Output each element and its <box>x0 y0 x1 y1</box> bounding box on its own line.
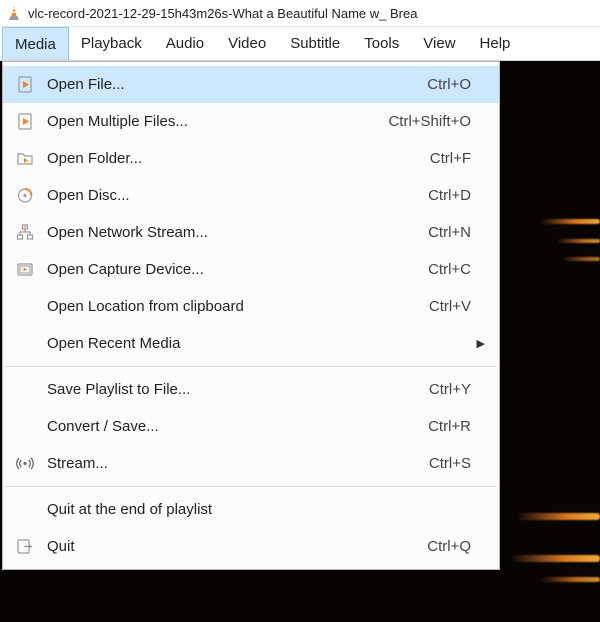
menu-item-open-capture-device[interactable]: Open Capture Device...Ctrl+C <box>3 251 499 288</box>
menu-bar: Media Playback Audio Video Subtitle Tools View… <box>0 27 600 61</box>
menubar-item-label: View <box>423 35 455 52</box>
menu-item-quit-at-the-end-of-playlist[interactable]: Quit at the end of playlist <box>3 491 499 528</box>
menu-item-shortcut: Ctrl+F <box>410 150 471 167</box>
blank-icon <box>13 500 37 520</box>
menu-item-open-multiple-files[interactable]: Open Multiple Files...Ctrl+Shift+O <box>3 103 499 140</box>
menubar-item-help[interactable]: Help <box>468 27 523 60</box>
file-play-icon <box>13 112 37 132</box>
menu-item-label: Open Capture Device... <box>37 261 408 278</box>
blank-icon <box>13 334 37 354</box>
menubar-item-tools[interactable]: Tools <box>352 27 411 60</box>
app-window: vlc-record-2021-12-29-15h43m26s-What a B… <box>0 0 600 622</box>
menubar-item-view[interactable]: View <box>411 27 467 60</box>
menubar-item-label: Help <box>480 35 511 52</box>
menu-item-label: Quit at the end of playlist <box>37 501 451 518</box>
capture-icon <box>13 260 37 280</box>
blank-icon <box>13 417 37 437</box>
disc-icon <box>13 186 37 206</box>
menu-item-label: Stream... <box>37 455 409 472</box>
menu-item-shortcut: Ctrl+V <box>409 298 471 315</box>
menu-item-shortcut: Ctrl+O <box>407 76 471 93</box>
menu-item-label: Open Multiple Files... <box>37 113 368 130</box>
menubar-item-media[interactable]: Media <box>2 27 69 60</box>
network-icon <box>13 223 37 243</box>
stream-icon <box>13 454 37 474</box>
menu-item-open-disc[interactable]: Open Disc...Ctrl+D <box>3 177 499 214</box>
menu-item-label: Convert / Save... <box>37 418 408 435</box>
menu-item-shortcut: Ctrl+Q <box>407 538 471 555</box>
menu-item-open-folder[interactable]: Open Folder...Ctrl+F <box>3 140 499 177</box>
menu-item-open-location-from-clipboard[interactable]: Open Location from clipboardCtrl+V <box>3 288 499 325</box>
menubar-item-audio[interactable]: Audio <box>154 27 216 60</box>
menu-item-shortcut: Ctrl+D <box>408 187 471 204</box>
menu-item-label: Open Disc... <box>37 187 408 204</box>
menu-item-label: Quit <box>37 538 407 555</box>
blank-icon <box>13 380 37 400</box>
blank-icon <box>13 297 37 317</box>
menu-separator <box>5 486 497 487</box>
menu-item-open-network-stream[interactable]: Open Network Stream...Ctrl+N <box>3 214 499 251</box>
folder-icon <box>13 149 37 169</box>
menu-item-label: Open Location from clipboard <box>37 298 409 315</box>
menubar-item-subtitle[interactable]: Subtitle <box>278 27 352 60</box>
menu-item-shortcut: Ctrl+C <box>408 261 471 278</box>
quit-icon <box>13 537 37 557</box>
menu-item-shortcut: Ctrl+N <box>408 224 471 241</box>
vlc-icon <box>6 5 22 21</box>
media-menu-dropdown: Open File...Ctrl+OOpen Multiple Files...… <box>2 61 500 570</box>
menu-item-label: Open Recent Media <box>37 335 451 352</box>
menu-item-label: Open Network Stream... <box>37 224 408 241</box>
submenu-arrow-icon: ▶ <box>471 337 485 350</box>
window-title: vlc-record-2021-12-29-15h43m26s-What a B… <box>28 6 594 21</box>
menubar-item-playback[interactable]: Playback <box>69 27 154 60</box>
menu-item-open-file[interactable]: Open File...Ctrl+O <box>3 66 499 103</box>
menubar-item-label: Video <box>228 35 266 52</box>
menu-item-shortcut: Ctrl+S <box>409 455 471 472</box>
menu-item-save-playlist-to-file[interactable]: Save Playlist to File...Ctrl+Y <box>3 371 499 408</box>
file-play-icon <box>13 75 37 95</box>
menu-separator <box>5 366 497 367</box>
menu-item-shortcut: Ctrl+R <box>408 418 471 435</box>
menubar-item-label: Playback <box>81 35 142 52</box>
menubar-item-video[interactable]: Video <box>216 27 278 60</box>
menu-item-stream[interactable]: Stream...Ctrl+S <box>3 445 499 482</box>
title-bar: vlc-record-2021-12-29-15h43m26s-What a B… <box>0 0 600 27</box>
menu-item-shortcut: Ctrl+Y <box>409 381 471 398</box>
menu-item-open-recent-media[interactable]: Open Recent Media ▶ <box>3 325 499 362</box>
menubar-item-label: Tools <box>364 35 399 52</box>
menubar-item-label: Subtitle <box>290 35 340 52</box>
menubar-item-label: Media <box>15 36 56 53</box>
menu-item-quit[interactable]: QuitCtrl+Q <box>3 528 499 565</box>
menu-item-label: Save Playlist to File... <box>37 381 409 398</box>
menu-item-convert-save[interactable]: Convert / Save...Ctrl+R <box>3 408 499 445</box>
menu-item-label: Open Folder... <box>37 150 410 167</box>
menu-item-shortcut: Ctrl+Shift+O <box>368 113 471 130</box>
menu-item-label: Open File... <box>37 76 407 93</box>
menubar-item-label: Audio <box>166 35 204 52</box>
